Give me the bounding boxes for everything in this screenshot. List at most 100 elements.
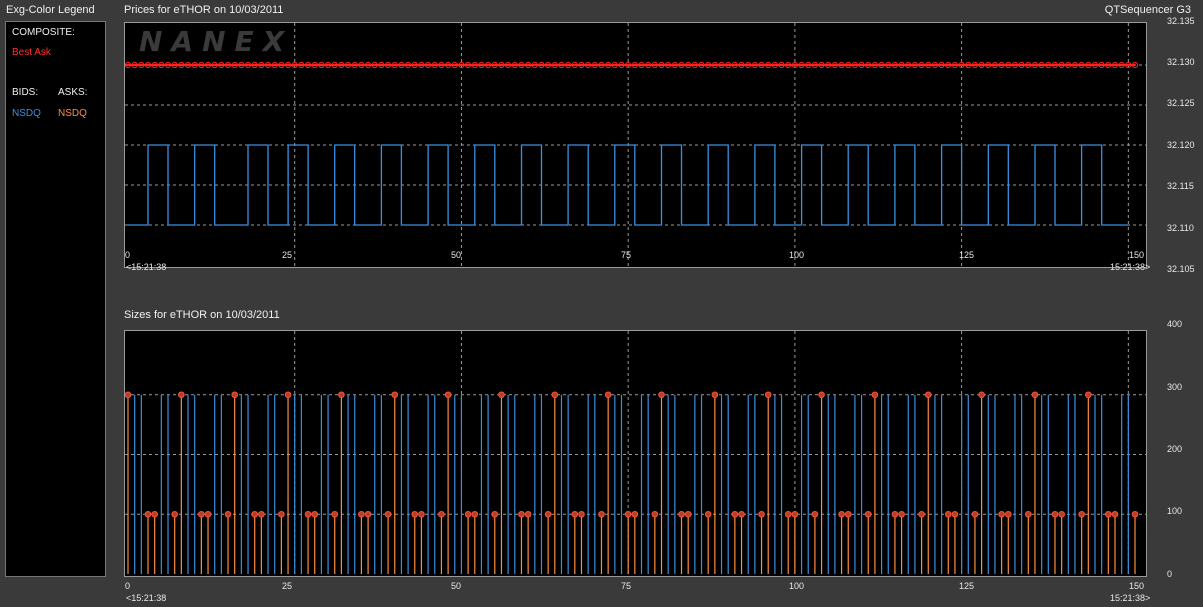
legend-ask-exchange: NSDQ xyxy=(58,108,87,119)
legend-best-ask: Best Ask xyxy=(12,47,51,58)
ask-size-marker xyxy=(304,510,312,518)
ask-size-marker xyxy=(791,510,799,518)
size-x-tick: 0 xyxy=(125,581,131,591)
ask-size-marker xyxy=(125,391,132,399)
ask-size-marker xyxy=(844,510,852,518)
price-chart-title: Prices for eTHOR on 10/03/2011 xyxy=(124,4,284,16)
ask-size-marker xyxy=(891,510,899,518)
size-x-tick: 25 xyxy=(282,581,293,591)
ask-size-marker xyxy=(411,510,419,518)
ask-size-marker xyxy=(944,510,952,518)
ask-size-marker xyxy=(364,510,372,518)
price-y-tick: 32.125 xyxy=(1167,98,1195,108)
size-time-end: 15:21:38> xyxy=(1110,593,1151,603)
ask-size-marker xyxy=(764,391,772,399)
ask-size-marker xyxy=(464,510,472,518)
ask-size-marker xyxy=(524,510,532,518)
ask-size-marker xyxy=(651,510,659,518)
ask-size-marker xyxy=(1111,510,1119,518)
price-x-tick: 125 xyxy=(959,250,975,260)
price-y-tick: 32.130 xyxy=(1167,57,1195,67)
price-time-start: <15:21:38 xyxy=(126,262,167,272)
ask-size-marker xyxy=(1131,510,1139,518)
ask-size-marker xyxy=(1085,391,1092,399)
size-chart[interactable] xyxy=(124,330,1147,577)
size-chart-svg xyxy=(125,331,1146,576)
ask-size-marker xyxy=(384,510,392,518)
ask-size-marker xyxy=(178,391,185,399)
size-y-tick: 100 xyxy=(1167,506,1183,516)
ask-size-marker xyxy=(198,510,205,518)
price-x-tick: 50 xyxy=(451,250,462,260)
ask-size-marker xyxy=(731,510,739,518)
price-y-tick: 32.135 xyxy=(1167,16,1195,26)
ask-size-marker xyxy=(1024,510,1032,518)
size-x-tick: 125 xyxy=(959,581,975,591)
ask-size-marker xyxy=(491,510,499,518)
legend-bids-label: BIDS: xyxy=(12,87,39,98)
ask-size-marker xyxy=(978,391,985,399)
ask-size-marker xyxy=(311,510,319,518)
ask-size-marker xyxy=(918,510,925,518)
price-x-tick: 25 xyxy=(282,250,293,260)
ask-size-marker xyxy=(1105,510,1112,518)
ask-size-marker xyxy=(1004,510,1012,518)
ask-size-marker xyxy=(1051,510,1059,518)
price-y-tick: 32.120 xyxy=(1167,140,1195,150)
ask-size-marker xyxy=(711,391,719,399)
ask-size-marker xyxy=(898,510,905,518)
size-x-tick: 75 xyxy=(621,581,632,591)
ask-size-marker xyxy=(438,510,445,518)
ask-size-marker xyxy=(658,391,665,399)
price-x-tick: 150 xyxy=(1129,250,1145,260)
ask-size-marker xyxy=(571,510,579,518)
ask-size-marker xyxy=(258,510,265,518)
legend-title: Exg-Color Legend xyxy=(6,4,95,16)
ask-size-marker xyxy=(998,510,1005,518)
ask-size-marker xyxy=(284,391,292,399)
ask-size-marker xyxy=(224,510,232,518)
ask-size-marker xyxy=(598,510,605,518)
ask-size-marker xyxy=(544,510,552,518)
ask-size-marker xyxy=(864,510,872,518)
price-y-tick: 32.105 xyxy=(1167,264,1195,274)
ask-size-marker xyxy=(251,510,259,518)
ask-size-marker xyxy=(144,510,152,518)
price-chart[interactable]: NANEX xyxy=(124,22,1147,268)
size-x-tick: 150 xyxy=(1129,581,1145,591)
ask-size-marker xyxy=(231,391,239,399)
size-y-tick: 400 xyxy=(1167,319,1183,329)
ask-size-marker xyxy=(704,510,712,518)
ask-size-marker xyxy=(604,391,612,399)
ask-size-marker xyxy=(871,391,879,399)
size-x-tick: 100 xyxy=(789,581,805,591)
ask-size-marker xyxy=(818,391,825,399)
ask-size-marker xyxy=(518,510,525,518)
ask-size-marker xyxy=(204,510,212,518)
legend-bid-exchange: NSDQ xyxy=(12,108,41,119)
ask-size-marker xyxy=(951,510,959,518)
ask-size-marker xyxy=(924,391,932,399)
ask-size-marker xyxy=(971,510,979,518)
ask-size-marker xyxy=(684,510,692,518)
price-y-tick: 32.115 xyxy=(1167,181,1194,191)
ask-size-marker xyxy=(278,510,285,518)
size-chart-title: Sizes for eTHOR on 10/03/2011 xyxy=(124,309,280,321)
ask-size-marker xyxy=(578,510,585,518)
ask-size-marker xyxy=(171,510,178,518)
ask-size-marker xyxy=(151,510,158,518)
ask-size-marker xyxy=(391,391,399,399)
price-chart-svg xyxy=(125,23,1146,267)
ask-size-marker xyxy=(338,391,345,399)
ask-size-marker xyxy=(678,510,685,518)
ask-size-marker xyxy=(838,510,845,518)
legend-asks-label: ASKS: xyxy=(58,87,88,98)
legend-panel: COMPOSITE: Best Ask BIDS: ASKS: NSDQ NSD… xyxy=(5,21,106,577)
price-x-tick: 100 xyxy=(789,250,805,260)
ask-size-marker xyxy=(471,510,479,518)
size-y-tick: 300 xyxy=(1167,382,1183,392)
legend-composite-label: COMPOSITE: xyxy=(12,27,75,38)
ask-size-marker xyxy=(1031,391,1039,399)
price-x-tick: 75 xyxy=(621,250,632,260)
size-x-tick: 50 xyxy=(451,581,462,591)
